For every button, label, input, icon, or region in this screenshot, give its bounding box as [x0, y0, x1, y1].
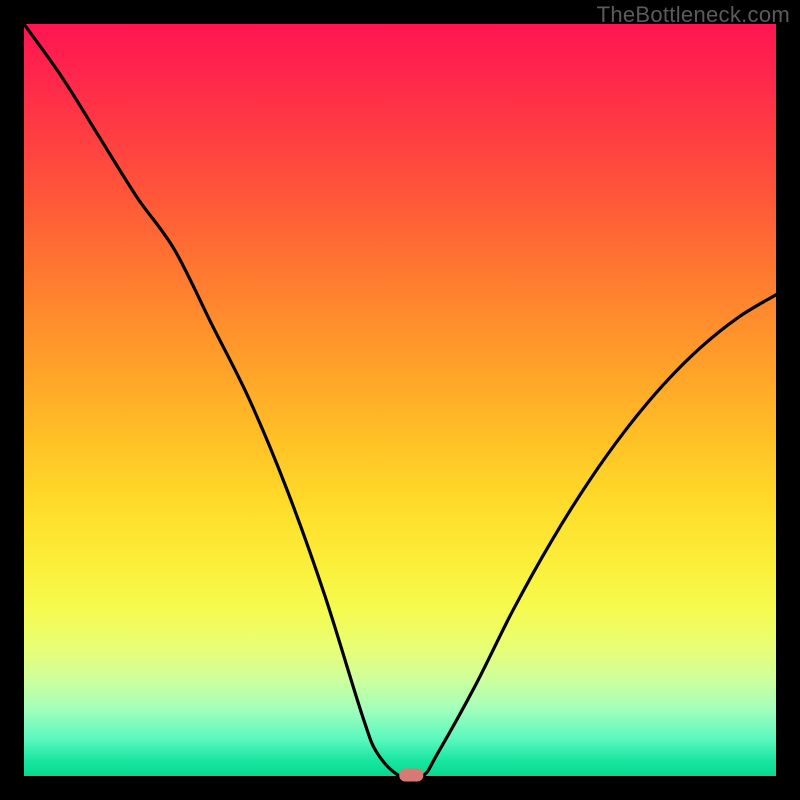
bottleneck-curve	[24, 24, 776, 779]
chart-frame: TheBottleneck.com	[0, 0, 800, 800]
watermark-text: TheBottleneck.com	[597, 2, 790, 28]
chart-svg	[24, 24, 776, 776]
minimum-marker	[399, 769, 423, 782]
plot-area	[24, 24, 776, 776]
